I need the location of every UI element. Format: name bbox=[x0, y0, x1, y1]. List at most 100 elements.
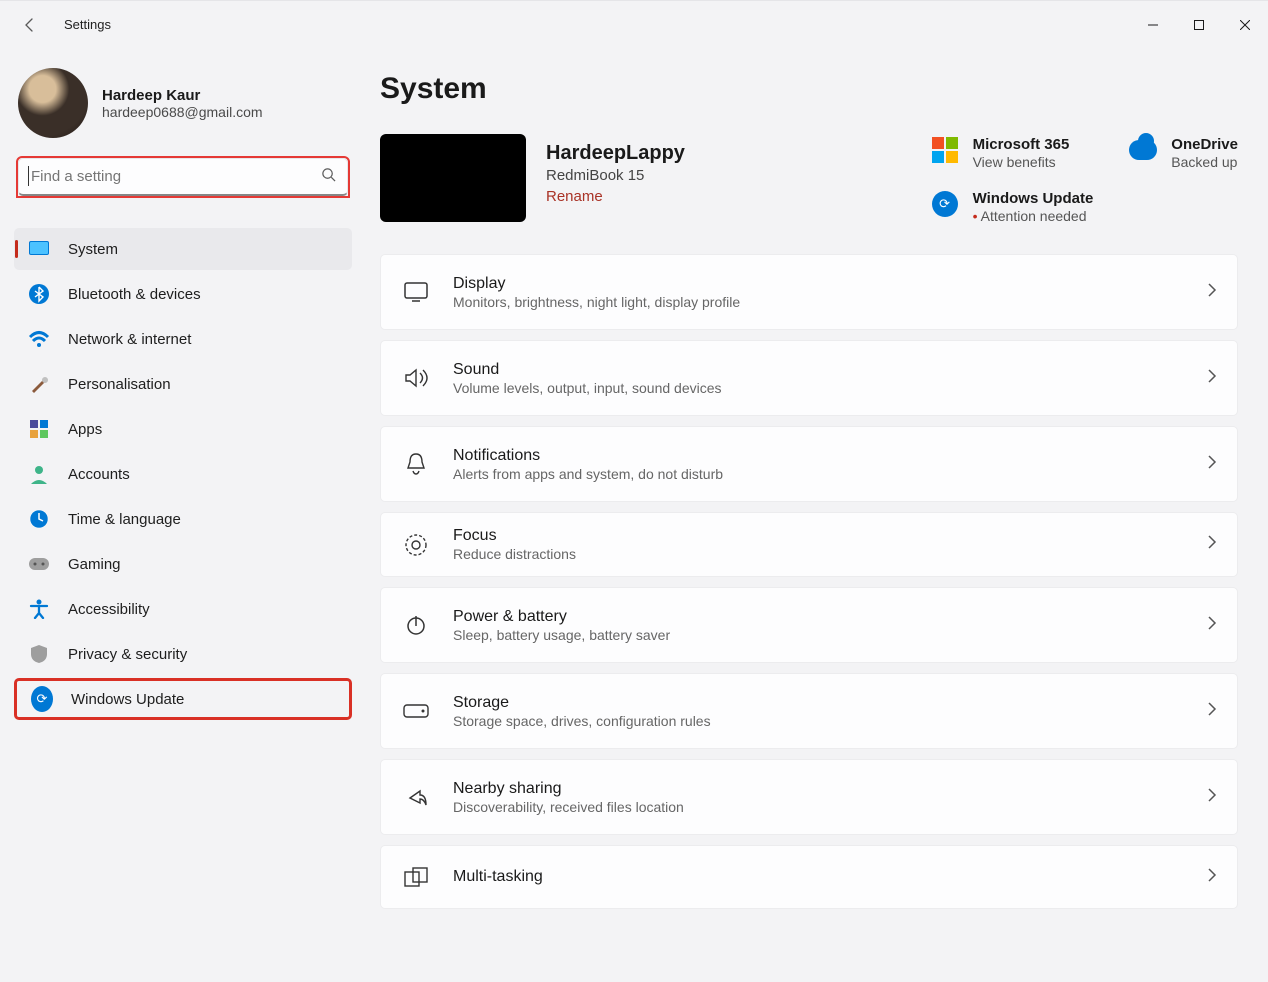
sidebar-item-label: Privacy & security bbox=[68, 646, 187, 663]
titlebar: Settings bbox=[0, 0, 1268, 48]
sidebar-item-personalisation[interactable]: Personalisation bbox=[14, 363, 352, 405]
brush-icon bbox=[28, 373, 50, 395]
apps-icon bbox=[28, 418, 50, 440]
sidebar-item-label: Accounts bbox=[68, 466, 130, 483]
row-sub: Monitors, brightness, night light, displ… bbox=[453, 294, 1185, 310]
shield-icon bbox=[28, 643, 50, 665]
row-display[interactable]: Display Monitors, brightness, night ligh… bbox=[380, 254, 1238, 330]
sidebar-item-accessibility[interactable]: Accessibility bbox=[14, 588, 352, 630]
main-content: System HardeepLappy RedmiBook 15 Rename … bbox=[360, 48, 1268, 982]
row-power[interactable]: Power & battery Sleep, battery usage, ba… bbox=[380, 587, 1238, 663]
row-focus[interactable]: Focus Reduce distractions bbox=[380, 512, 1238, 577]
row-title: Display bbox=[453, 275, 1185, 293]
back-button[interactable] bbox=[20, 15, 40, 35]
sidebar-item-label: Network & internet bbox=[68, 331, 191, 348]
status-sub: View benefits bbox=[973, 154, 1070, 170]
sidebar-item-label: System bbox=[68, 241, 118, 258]
status-title: Windows Update bbox=[973, 190, 1094, 207]
system-icon bbox=[28, 238, 50, 260]
bell-icon bbox=[401, 452, 431, 476]
status-sub: Attention needed bbox=[973, 208, 1094, 224]
status-microsoft365[interactable]: Microsoft 365 View benefits bbox=[931, 136, 1094, 170]
nav: System Bluetooth & devices Network & int… bbox=[14, 228, 352, 720]
status-onedrive[interactable]: OneDrive Backed up bbox=[1129, 136, 1238, 170]
sidebar-item-label: Windows Update bbox=[71, 691, 184, 708]
gamepad-icon bbox=[28, 553, 50, 575]
row-title: Power & battery bbox=[453, 608, 1185, 626]
wifi-icon bbox=[28, 328, 50, 350]
sidebar-item-label: Bluetooth & devices bbox=[68, 286, 201, 303]
row-notifications[interactable]: Notifications Alerts from apps and syste… bbox=[380, 426, 1238, 502]
page-title: System bbox=[380, 72, 1238, 106]
sidebar-item-network[interactable]: Network & internet bbox=[14, 318, 352, 360]
person-icon bbox=[28, 463, 50, 485]
storage-icon bbox=[401, 704, 431, 718]
sidebar-item-label: Accessibility bbox=[68, 601, 150, 618]
device-name: HardeepLappy bbox=[546, 142, 911, 165]
sidebar-item-time-language[interactable]: Time & language bbox=[14, 498, 352, 540]
row-sub: Storage space, drives, configuration rul… bbox=[453, 713, 1185, 729]
sidebar-item-gaming[interactable]: Gaming bbox=[14, 543, 352, 585]
row-sub: Sleep, battery usage, battery saver bbox=[453, 627, 1185, 643]
chevron-right-icon bbox=[1207, 868, 1217, 887]
profile-email: hardeep0688@gmail.com bbox=[102, 104, 263, 120]
chevron-right-icon bbox=[1207, 616, 1217, 635]
sidebar-item-system[interactable]: System bbox=[14, 228, 352, 270]
update-icon: ⟳ bbox=[931, 190, 959, 218]
row-multitasking[interactable]: Multi-tasking bbox=[380, 845, 1238, 909]
sidebar-item-apps[interactable]: Apps bbox=[14, 408, 352, 450]
row-sound[interactable]: Sound Volume levels, output, input, soun… bbox=[380, 340, 1238, 416]
sidebar-item-label: Personalisation bbox=[68, 376, 171, 393]
search-input[interactable] bbox=[18, 158, 348, 196]
settings-list: Display Monitors, brightness, night ligh… bbox=[380, 254, 1238, 909]
row-title: Storage bbox=[453, 694, 1185, 712]
row-title: Focus bbox=[453, 527, 1185, 545]
profile-card[interactable]: Hardeep Kaur hardeep0688@gmail.com bbox=[14, 64, 352, 156]
chevron-right-icon bbox=[1207, 369, 1217, 388]
maximize-button[interactable] bbox=[1176, 9, 1222, 41]
status-title: Microsoft 365 bbox=[973, 136, 1070, 153]
sidebar-item-windows-update[interactable]: ⟳ Windows Update bbox=[14, 678, 352, 720]
sidebar-item-accounts[interactable]: Accounts bbox=[14, 453, 352, 495]
chevron-right-icon bbox=[1207, 455, 1217, 474]
cloud-icon bbox=[1129, 136, 1157, 164]
sidebar-item-label: Gaming bbox=[68, 556, 121, 573]
status-title: OneDrive bbox=[1171, 136, 1238, 153]
window-title: Settings bbox=[64, 17, 111, 32]
chevron-right-icon bbox=[1207, 283, 1217, 302]
sidebar-item-bluetooth[interactable]: Bluetooth & devices bbox=[14, 273, 352, 315]
row-sub: Reduce distractions bbox=[453, 546, 1185, 562]
rename-link[interactable]: Rename bbox=[546, 188, 911, 205]
row-sub: Discoverability, received files location bbox=[453, 799, 1185, 815]
device-hero: HardeepLappy RedmiBook 15 Rename Microso… bbox=[380, 134, 1238, 224]
focus-icon bbox=[401, 533, 431, 557]
display-icon bbox=[401, 282, 431, 302]
device-thumbnail bbox=[380, 134, 526, 222]
close-button[interactable] bbox=[1222, 9, 1268, 41]
clock-globe-icon bbox=[28, 508, 50, 530]
device-model: RedmiBook 15 bbox=[546, 167, 911, 184]
chevron-right-icon bbox=[1207, 702, 1217, 721]
row-title: Sound bbox=[453, 361, 1185, 379]
accessibility-icon bbox=[28, 598, 50, 620]
row-title: Nearby sharing bbox=[453, 780, 1185, 798]
sidebar-item-privacy[interactable]: Privacy & security bbox=[14, 633, 352, 675]
row-sub: Alerts from apps and system, do not dist… bbox=[453, 466, 1185, 482]
row-sub: Volume levels, output, input, sound devi… bbox=[453, 380, 1185, 396]
power-icon bbox=[401, 614, 431, 636]
bluetooth-icon bbox=[28, 283, 50, 305]
microsoft-logo-icon bbox=[931, 136, 959, 164]
status-windows-update[interactable]: ⟳ Windows Update Attention needed bbox=[931, 190, 1094, 224]
minimize-button[interactable] bbox=[1130, 9, 1176, 41]
profile-name: Hardeep Kaur bbox=[102, 87, 263, 104]
sidebar: Hardeep Kaur hardeep0688@gmail.com Syste… bbox=[0, 48, 360, 982]
chevron-right-icon bbox=[1207, 788, 1217, 807]
row-title: Notifications bbox=[453, 447, 1185, 465]
row-nearby-sharing[interactable]: Nearby sharing Discoverability, received… bbox=[380, 759, 1238, 835]
update-icon: ⟳ bbox=[31, 688, 53, 710]
sound-icon bbox=[401, 367, 431, 389]
avatar bbox=[18, 68, 88, 138]
status-sub: Backed up bbox=[1171, 154, 1238, 170]
row-storage[interactable]: Storage Storage space, drives, configura… bbox=[380, 673, 1238, 749]
sidebar-item-label: Time & language bbox=[68, 511, 181, 528]
